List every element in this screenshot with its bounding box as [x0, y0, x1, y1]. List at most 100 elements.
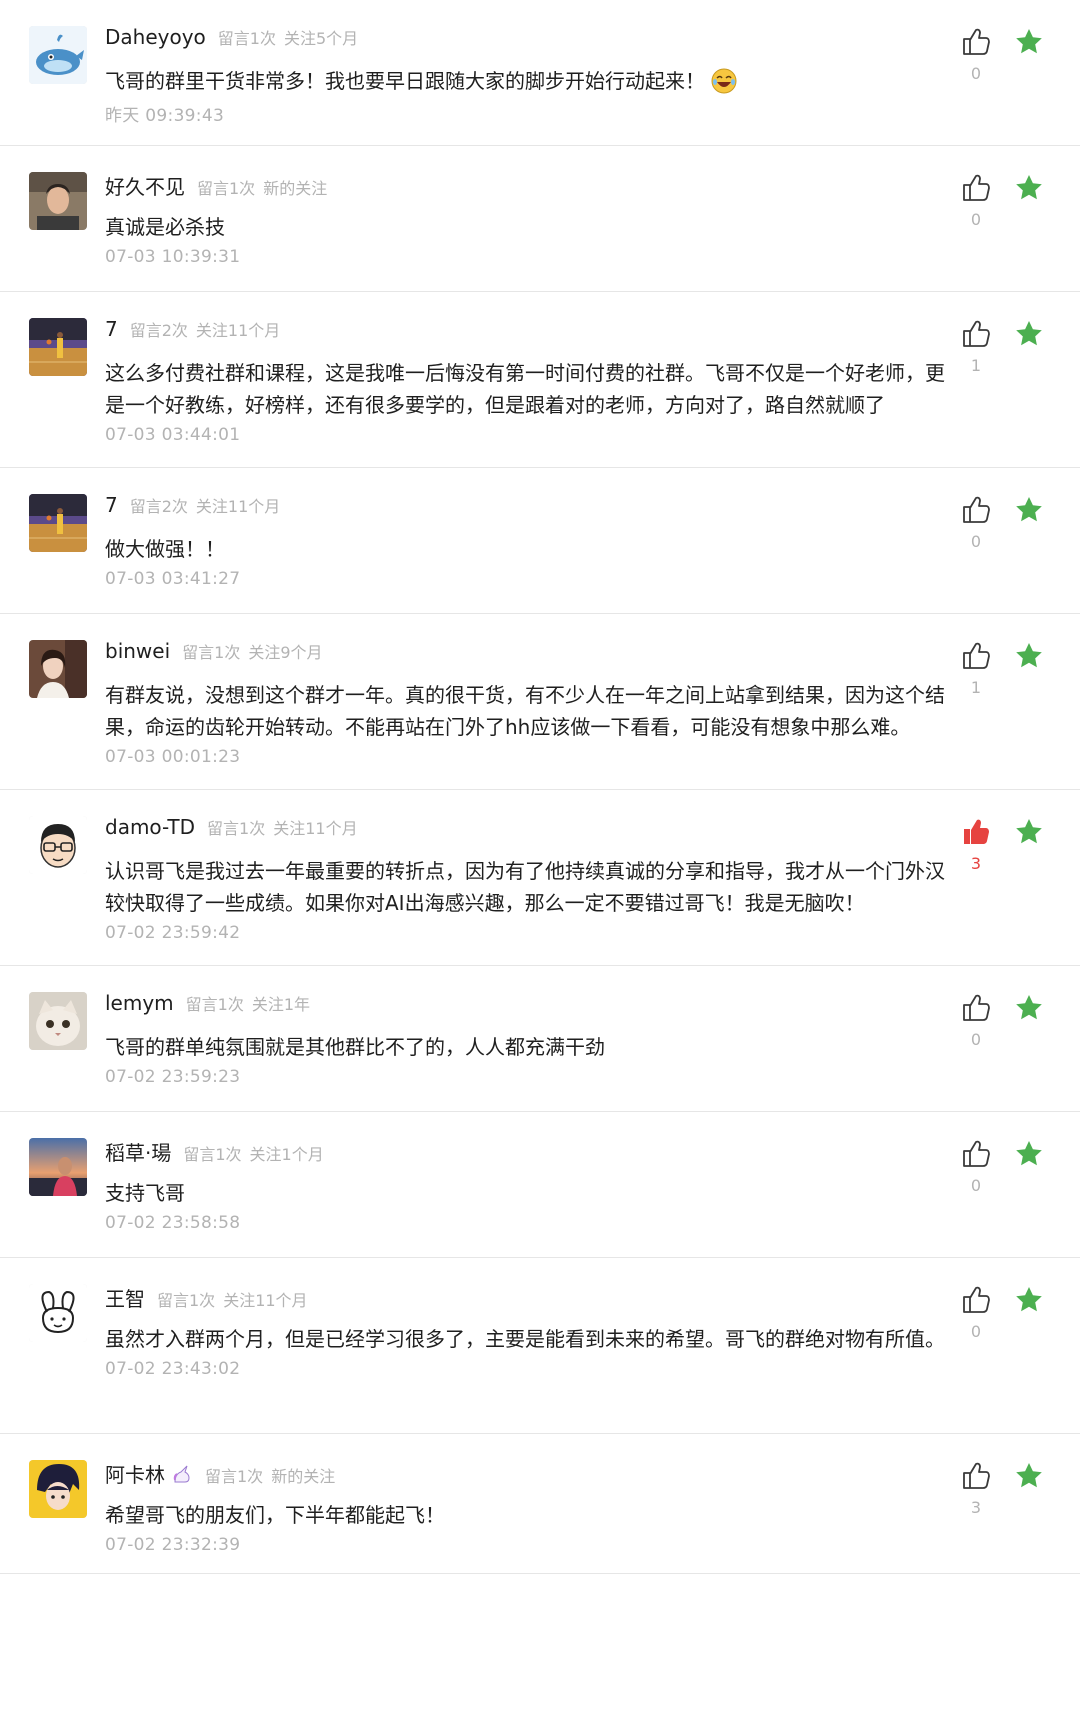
star-icon	[1016, 321, 1042, 346]
anime-avatar[interactable]	[29, 1460, 87, 1518]
follow-duration-tag: 关注5个月	[283, 29, 359, 48]
star-icon	[1016, 1287, 1042, 1312]
follow-duration-tag: 关注11个月	[223, 1291, 308, 1310]
commenter-name[interactable]: 7	[105, 493, 118, 517]
photo-woman-avatar[interactable]	[29, 640, 87, 698]
comment-text: 有群友说，没想到这个群才一年。真的很干货，有不少人在一年之间上站拿到结果，因为这…	[105, 679, 945, 743]
rabbit-doodle-avatar[interactable]	[29, 1284, 87, 1342]
commenter-name[interactable]: binwei	[105, 639, 170, 663]
like-count: 0	[970, 1176, 982, 1195]
like-button[interactable]	[960, 1460, 992, 1492]
star-button[interactable]	[1013, 1284, 1045, 1316]
follow-duration-tag: 关注11个月	[195, 321, 281, 340]
commenter-name[interactable]: Daheyoyo	[105, 25, 206, 49]
comment-meta: 7 留言2次 关注11个月	[105, 493, 945, 519]
like-count: 3	[970, 854, 982, 873]
like-count: 1	[970, 678, 982, 697]
comment-text-content: 支持飞哥	[105, 1181, 185, 1205]
comment-item: 7 留言2次 关注11个月 这么多付费社群和课程，这是我唯一后悔没有第一时间付费…	[0, 292, 1080, 468]
like-button[interactable]	[960, 26, 992, 58]
comment-body: 7 留言2次 关注11个月 做大做强！！ 07-03 03:41:27	[105, 493, 945, 589]
commenter-name[interactable]: damo-TD	[105, 815, 195, 839]
thumbs-up-icon	[963, 174, 990, 201]
thumbs-up-icon	[963, 642, 990, 669]
basketball-court-avatar[interactable]	[29, 494, 87, 552]
like-button[interactable]	[960, 318, 992, 350]
like-button[interactable]	[960, 992, 992, 1024]
like-button[interactable]	[960, 172, 992, 204]
like-count: 1	[970, 356, 982, 375]
star-button[interactable]	[1013, 992, 1045, 1024]
comment-item: 好久不见 留言1次 新的关注 真诚是必杀技 07-03 10:39:31 0	[0, 146, 1080, 292]
commenter-name[interactable]: 阿卡林	[105, 1459, 165, 1488]
like-button[interactable]	[960, 816, 992, 848]
comment-count-tag: 留言1次	[183, 1145, 242, 1164]
star-icon	[1016, 995, 1042, 1020]
like-button[interactable]	[960, 1284, 992, 1316]
comment-time: 07-03 03:41:27	[105, 569, 241, 589]
like-count: 0	[970, 64, 982, 83]
comment-time: 07-02 23:59:23	[105, 1067, 241, 1087]
commenter-name[interactable]: 稻草·瑒	[105, 1137, 171, 1166]
sunset-photo-avatar[interactable]	[29, 1138, 87, 1196]
basketball-court-avatar[interactable]	[29, 318, 87, 376]
like-count: 0	[970, 1322, 982, 1341]
comment-meta: 7 留言2次 关注11个月	[105, 317, 945, 343]
comment-text-content: 做大做强！！	[105, 537, 225, 561]
comment-body: 阿卡林 留言1次 新的关注 希望哥飞的朋友们，下半年都能起飞！ 07-02 23…	[105, 1459, 945, 1555]
comment-text-content: 希望哥飞的朋友们，下半年都能起飞！	[105, 1503, 445, 1527]
comment-time: 07-02 23:59:42	[105, 923, 241, 943]
star-button[interactable]	[1013, 494, 1045, 526]
star-button[interactable]	[1013, 1460, 1045, 1492]
star-icon	[1016, 175, 1042, 200]
like-button[interactable]	[960, 494, 992, 526]
commenter-name[interactable]: lemym	[105, 991, 174, 1015]
comment-count-tag: 留言1次	[217, 29, 276, 48]
cartoon-glasses-avatar[interactable]	[29, 816, 87, 874]
like-count: 0	[970, 210, 982, 229]
commenter-name[interactable]: 7	[105, 317, 118, 341]
cat-avatar[interactable]	[29, 992, 87, 1050]
thumbs-up-icon	[963, 28, 990, 55]
star-button[interactable]	[1013, 318, 1045, 350]
comment-meta: lemym 留言1次 关注1年	[105, 991, 945, 1017]
comment-count-tag: 留言1次	[207, 819, 266, 838]
comment-meta: 好久不见 留言1次 新的关注	[105, 171, 945, 200]
comment-actions: 3	[960, 1456, 1070, 1526]
comment-actions: 0	[960, 988, 1070, 1058]
photo-man-avatar[interactable]	[29, 172, 87, 230]
comment-body: Daheyoyo 留言1次 关注5个月 飞哥的群里干货非常多！我也要早日跟随大家…	[105, 25, 945, 126]
follow-duration-tag: 关注9个月	[248, 643, 323, 662]
like-button[interactable]	[960, 640, 992, 672]
comment-text-content: 飞哥的群里干货非常多！我也要早日跟随大家的脚步开始行动起来！	[105, 69, 705, 93]
comment-body: 好久不见 留言1次 新的关注 真诚是必杀技 07-03 10:39:31	[105, 171, 945, 267]
comment-actions: 0	[960, 168, 1070, 238]
comment-item: 阿卡林 留言1次 新的关注 希望哥飞的朋友们，下半年都能起飞！ 07-02 23…	[0, 1434, 1080, 1574]
laughing-tears-emoji	[711, 68, 737, 94]
star-button[interactable]	[1013, 1138, 1045, 1170]
comment-meta: 王智 留言1次 关注11个月	[105, 1283, 945, 1312]
whale-avatar[interactable]	[29, 26, 87, 84]
commenter-name[interactable]: 好久不见	[105, 171, 185, 200]
star-button[interactable]	[1013, 172, 1045, 204]
commenter-name[interactable]: 王智	[105, 1283, 145, 1312]
star-button[interactable]	[1013, 640, 1045, 672]
comment-text-content: 虽然才入群两个月，但是已经学习很多了，主要是能看到未来的希望。哥飞的群绝对物有所…	[105, 1327, 945, 1351]
comment-text-content: 认识哥飞是我过去一年最重要的转折点，因为有了他持续真诚的分享和指导，我才从一个门…	[105, 859, 945, 915]
comment-count-tag: 留言2次	[129, 321, 188, 340]
like-button[interactable]	[960, 1138, 992, 1170]
comment-actions: 3	[960, 812, 1070, 882]
comment-time: 07-03 10:39:31	[105, 247, 241, 267]
star-button[interactable]	[1013, 26, 1045, 58]
comment-time: 07-02 23:43:02	[105, 1359, 241, 1379]
star-button[interactable]	[1013, 816, 1045, 848]
comment-meta: 阿卡林 留言1次 新的关注	[105, 1459, 945, 1488]
follow-duration-tag: 关注1年	[251, 995, 311, 1014]
comment-actions: 0	[960, 22, 1070, 92]
comment-item: 王智 留言1次 关注11个月 虽然才入群两个月，但是已经学习很多了，主要是能看到…	[0, 1258, 1080, 1434]
comment-time: 07-03 00:01:23	[105, 747, 241, 767]
star-icon	[1016, 643, 1042, 668]
comment-actions: 0	[960, 1280, 1070, 1350]
comment-meta: binwei 留言1次 关注9个月	[105, 639, 945, 665]
comment-text: 做大做强！！	[105, 533, 945, 565]
